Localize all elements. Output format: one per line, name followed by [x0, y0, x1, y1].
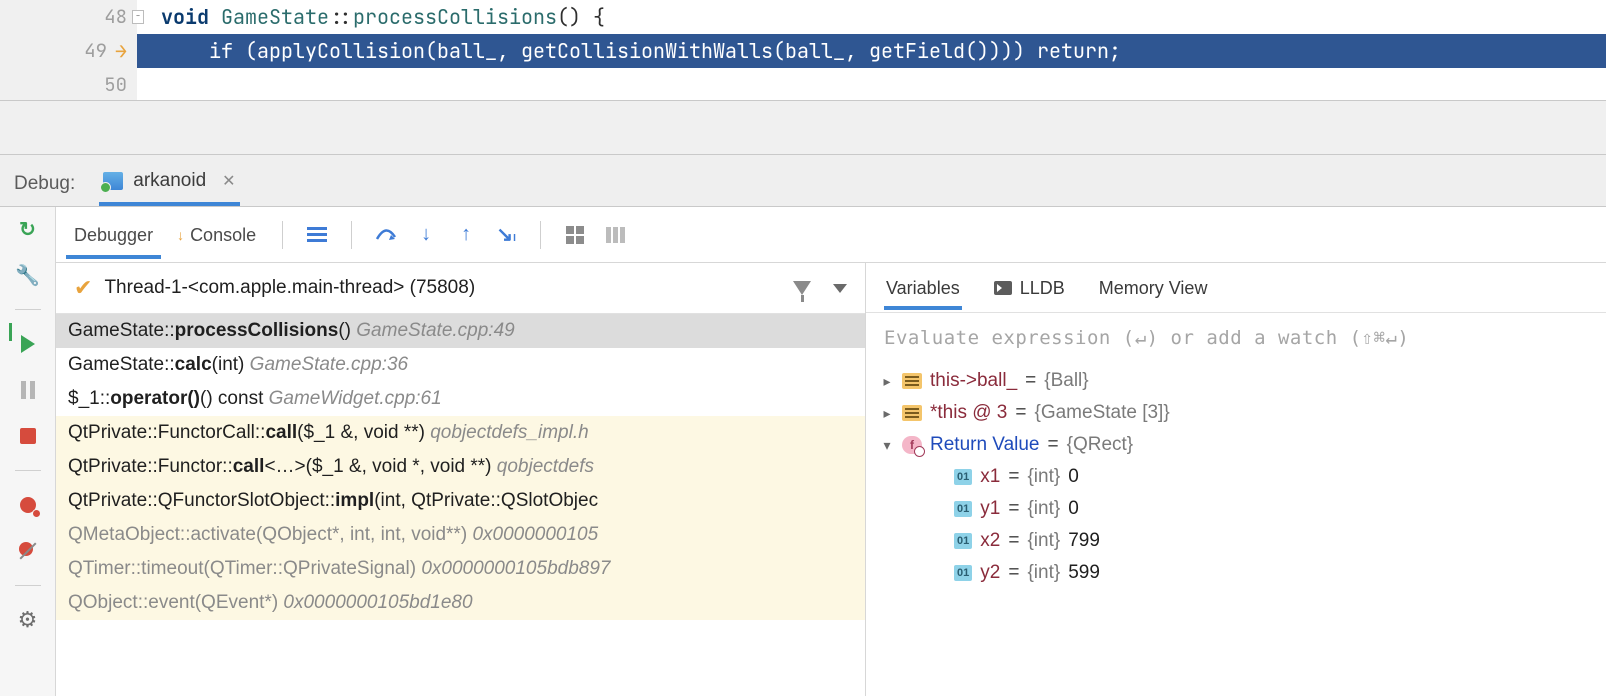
- variable-row-return[interactable]: ▾ f Return Value = {QRect}: [866, 429, 1606, 461]
- editor[interactable]: 48 − void GameState::processCollisions()…: [0, 0, 1606, 100]
- run-config-name: arkanoid: [133, 170, 206, 192]
- code-line-49-current[interactable]: 49 → if (applyCollision(ball_, getCollis…: [0, 34, 1606, 68]
- frames-pane: ✔ Thread-1-<com.apple.main-thread> (7580…: [56, 263, 866, 696]
- debug-side-toolbar: [0, 207, 56, 696]
- stop-button[interactable]: [15, 424, 41, 448]
- line-number: 48: [104, 0, 127, 34]
- variable-row[interactable]: ▸ this->ball_ = {Ball}: [866, 365, 1606, 397]
- stack-frame[interactable]: QTimer::timeout(QTimer::QPrivateSignal) …: [56, 552, 865, 586]
- modify-run-config-button[interactable]: [15, 263, 41, 287]
- variable-row[interactable]: 01 y2 = {int} 599: [866, 557, 1606, 589]
- code-text[interactable]: [137, 68, 1606, 100]
- frames-list[interactable]: GameState::processCollisions() GameState…: [56, 314, 865, 696]
- separator: [540, 221, 541, 249]
- stack-frame[interactable]: GameState::processCollisions() GameState…: [56, 314, 865, 348]
- pause-button[interactable]: [15, 378, 41, 402]
- code-text[interactable]: if (applyCollision(ball_, getCollisionWi…: [137, 34, 1606, 68]
- thread-selector[interactable]: ✔ Thread-1-<com.apple.main-thread> (7580…: [56, 263, 865, 314]
- separator: [15, 470, 41, 471]
- separator: [15, 585, 41, 586]
- threads-button[interactable]: [301, 219, 333, 251]
- primitive-icon: 01: [954, 565, 972, 581]
- separator: [15, 309, 41, 310]
- filter-icon[interactable]: [793, 281, 811, 295]
- stack-frame[interactable]: QtPrivate::Functor::call<…>($_1 &, void …: [56, 450, 865, 484]
- application-icon: [103, 172, 123, 190]
- step-out-button[interactable]: ↑: [450, 219, 482, 251]
- variables-tree[interactable]: ▸ this->ball_ = {Ball} ▸ *this @ 3 = {Ga…: [866, 363, 1606, 696]
- function-return-icon: f: [902, 436, 922, 454]
- mute-breakpoints-button[interactable]: [15, 539, 41, 563]
- stack-frame[interactable]: QMetaObject::activate(QObject*, int, int…: [56, 518, 865, 552]
- tab-debugger[interactable]: Debugger: [66, 211, 161, 259]
- settings-button[interactable]: [15, 608, 41, 632]
- step-into-button[interactable]: ↓: [410, 219, 442, 251]
- fold-handle-icon[interactable]: −: [132, 10, 144, 24]
- code-text[interactable]: void GameState::processCollisions() {: [137, 0, 1606, 34]
- expand-icon[interactable]: ▸: [880, 405, 894, 422]
- separator: [351, 221, 352, 249]
- debugger-toolbar: Debugger ↓Console ↓ ↑ ↘I: [56, 207, 1606, 263]
- stack-frame[interactable]: GameState::calc(int) GameState.cpp:36: [56, 348, 865, 382]
- collapse-icon[interactable]: ▾: [880, 437, 894, 454]
- code-line-50[interactable]: 50: [0, 68, 1606, 100]
- close-icon[interactable]: ✕: [216, 171, 235, 191]
- editor-status-bar: [0, 100, 1606, 155]
- primitive-icon: 01: [954, 533, 972, 549]
- debug-tool-window-header: Debug: arkanoid ✕: [0, 155, 1606, 207]
- variable-row[interactable]: 01 x2 = {int} 799: [866, 525, 1606, 557]
- code-line-48[interactable]: 48 − void GameState::processCollisions()…: [0, 0, 1606, 34]
- gutter[interactable]: 49 →: [0, 34, 137, 68]
- tab-console[interactable]: ↓Console: [169, 211, 264, 259]
- tab-variables[interactable]: Variables: [884, 266, 962, 310]
- evaluate-expression-button[interactable]: [559, 219, 591, 251]
- separator: [282, 221, 283, 249]
- resume-button[interactable]: [15, 332, 41, 356]
- expand-icon[interactable]: ▸: [880, 373, 894, 390]
- run-to-cursor-button[interactable]: ↘I: [490, 219, 522, 251]
- terminal-icon: [994, 281, 1012, 295]
- layout-settings-button[interactable]: [599, 219, 631, 251]
- stack-frame[interactable]: $_1::operator()() const GameWidget.cpp:6…: [56, 382, 865, 416]
- struct-icon: [902, 405, 922, 421]
- gutter[interactable]: 50: [0, 68, 137, 100]
- chevron-down-icon[interactable]: [833, 284, 847, 293]
- primitive-icon: 01: [954, 469, 972, 485]
- stack-frame[interactable]: QtPrivate::FunctorCall::call($_1 &, void…: [56, 416, 865, 450]
- download-icon: ↓: [177, 227, 184, 243]
- rerun-button[interactable]: [15, 217, 41, 241]
- tab-memory-view[interactable]: Memory View: [1097, 266, 1210, 310]
- thread-name: Thread-1-<com.apple.main-thread> (75808): [104, 277, 475, 299]
- variable-row[interactable]: 01 y1 = {int} 0: [866, 493, 1606, 525]
- line-number: 49: [84, 34, 107, 68]
- view-breakpoints-button[interactable]: [15, 493, 41, 517]
- check-icon: ✔: [74, 275, 92, 301]
- variable-row[interactable]: ▸ *this @ 3 = {GameState [3]}: [866, 397, 1606, 429]
- variables-pane: Variables LLDB Memory View Evaluate expr…: [866, 263, 1606, 696]
- stack-frame[interactable]: QObject::event(QEvent*) 0x0000000105bd1e…: [56, 586, 865, 620]
- gutter[interactable]: 48 −: [0, 0, 137, 34]
- watch-expression-input[interactable]: Evaluate expression (↵) or add a watch (…: [866, 313, 1606, 363]
- tab-lldb[interactable]: LLDB: [992, 266, 1067, 310]
- variables-tabs: Variables LLDB Memory View: [866, 263, 1606, 313]
- execution-point-icon: →: [115, 34, 127, 68]
- primitive-icon: 01: [954, 501, 972, 517]
- line-number: 50: [104, 68, 127, 100]
- struct-icon: [902, 373, 922, 389]
- run-config-tab[interactable]: arkanoid ✕: [99, 164, 239, 206]
- step-over-button[interactable]: [370, 219, 402, 251]
- debug-label: Debug:: [14, 173, 75, 206]
- stack-frame[interactable]: QtPrivate::QFunctorSlotObject::impl(int,…: [56, 484, 865, 518]
- variable-row[interactable]: 01 x1 = {int} 0: [866, 461, 1606, 493]
